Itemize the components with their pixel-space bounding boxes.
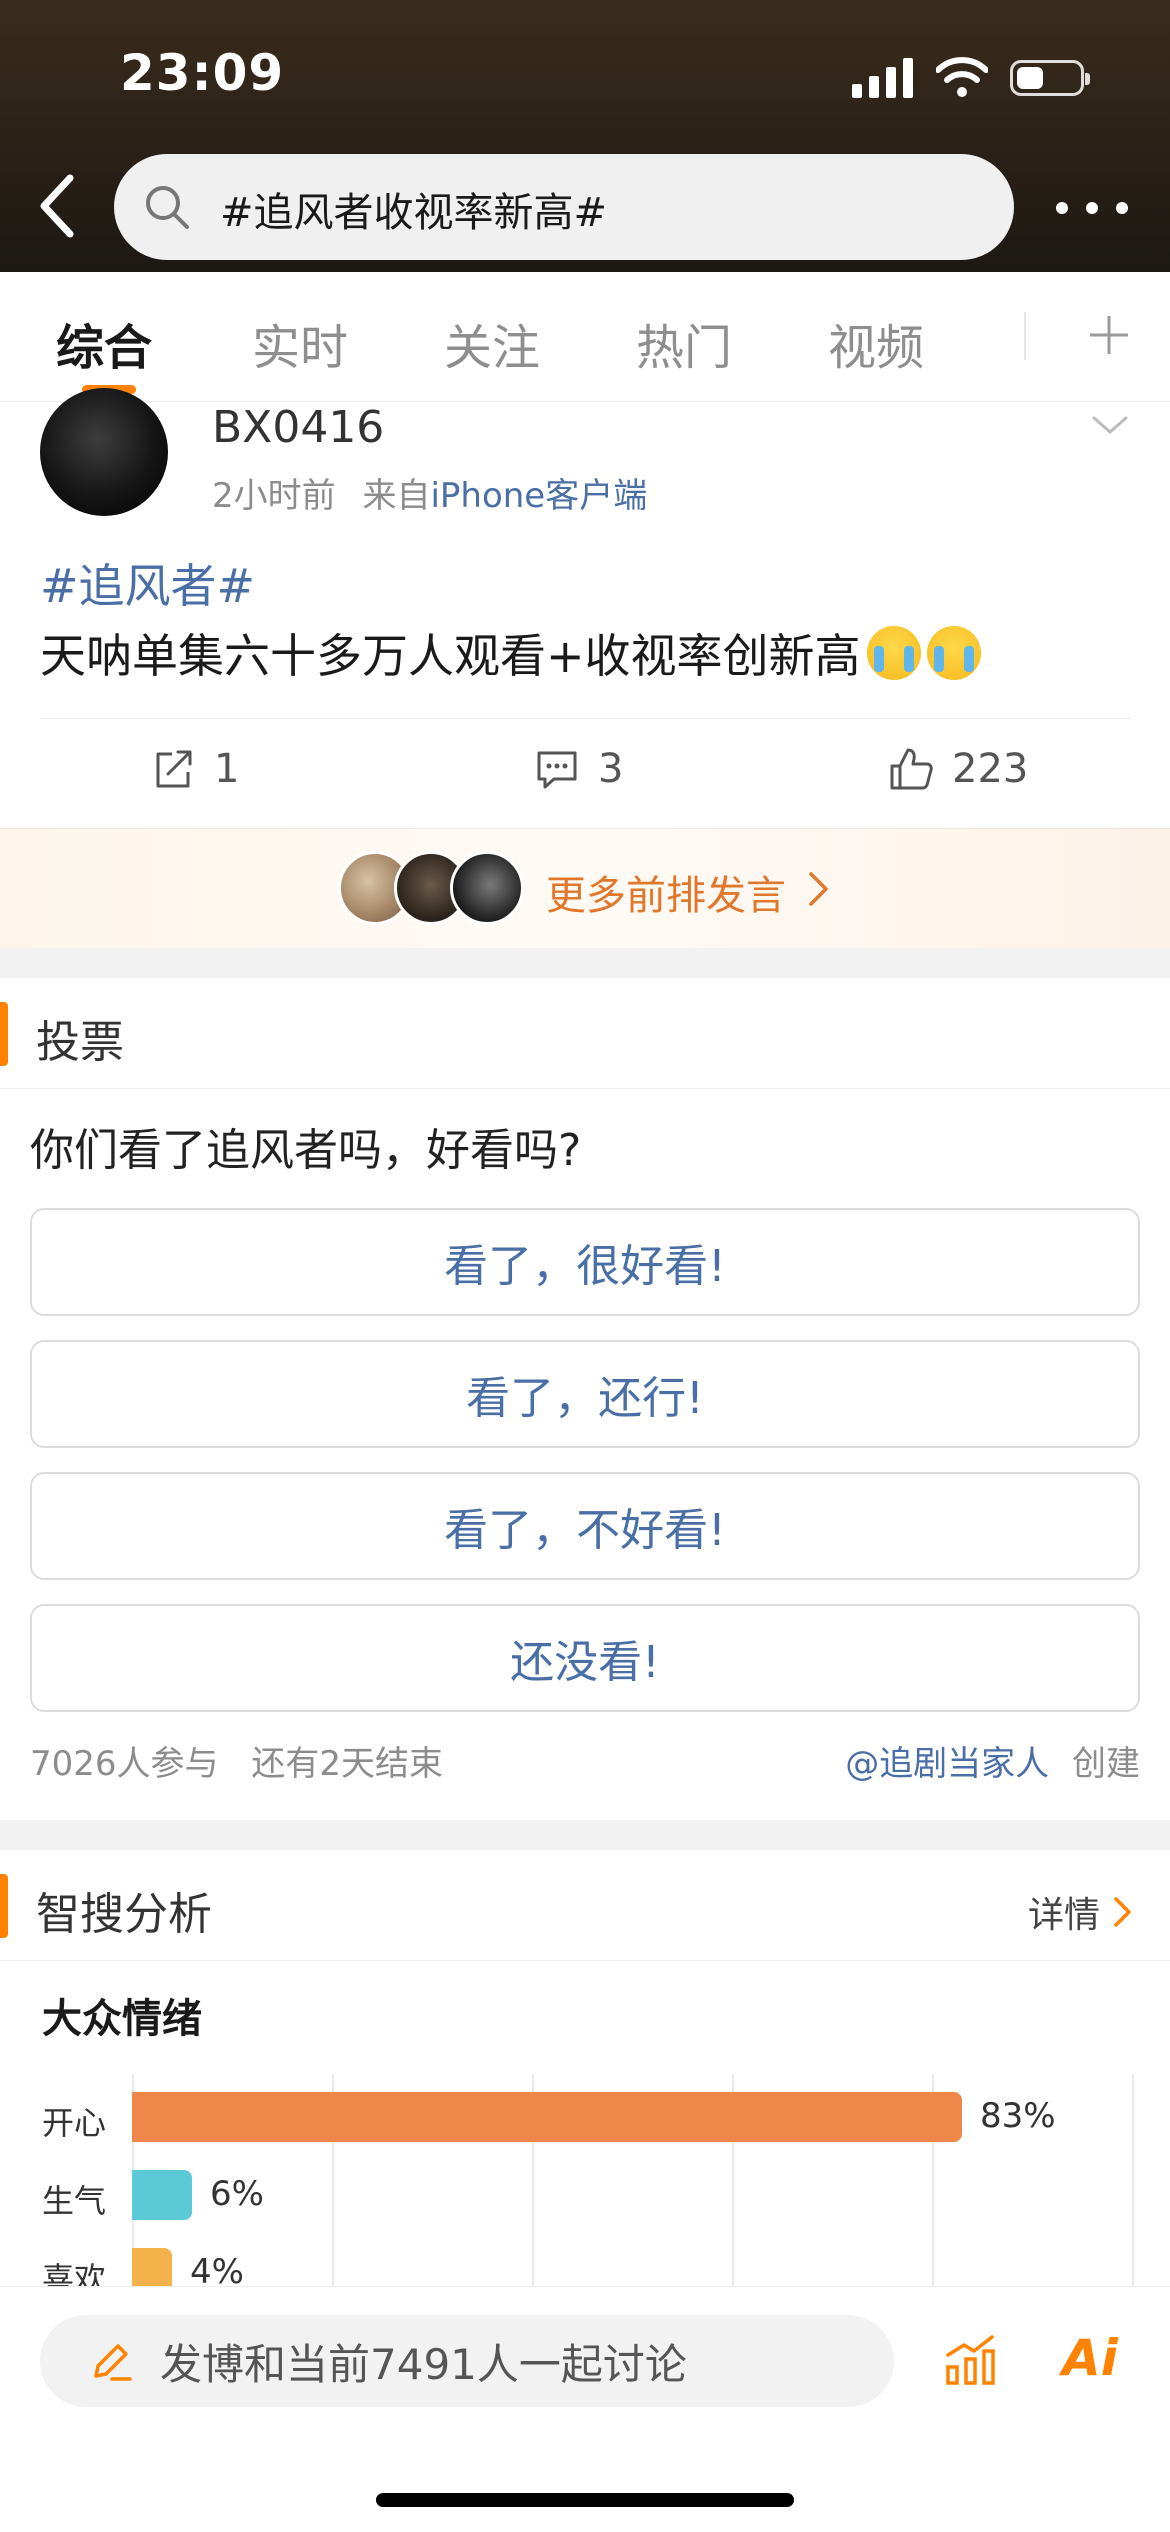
- tab-video[interactable]: 视频: [828, 308, 924, 378]
- chart-gridline: [1132, 2074, 1134, 2286]
- like-button[interactable]: 223: [888, 746, 1028, 792]
- repost-button[interactable]: 1: [150, 746, 239, 792]
- trend-chart-icon[interactable]: [942, 2331, 1000, 2389]
- front-row-avatars: [338, 851, 524, 927]
- chart-category-label: 生气: [42, 2182, 107, 2220]
- poll-question: 你们看了追风者吗，好看吗?: [30, 1125, 582, 1176]
- tab-comprehensive[interactable]: 综合: [56, 308, 152, 378]
- ai-assistant-icon[interactable]: Ai: [1062, 2329, 1118, 2387]
- tab-hot[interactable]: 热门: [636, 308, 732, 378]
- divider: [40, 718, 1130, 719]
- divider: [0, 1088, 1170, 1089]
- battery-icon: [1010, 60, 1090, 96]
- avatar[interactable]: [40, 388, 168, 516]
- chart-value-label: 6%: [210, 2174, 264, 2214]
- comment-count: 3: [598, 746, 624, 792]
- poll-participants: 7026人参与: [30, 1744, 219, 1784]
- username[interactable]: BX0416: [212, 402, 384, 453]
- poll-stats: 7026人参与 还有2天结束: [30, 1736, 443, 1785]
- emotion-chart-title: 大众情绪: [42, 1996, 202, 2042]
- section-gap: [0, 1820, 1170, 1850]
- tab-bar: 综合 实时 关注 热门 视频: [0, 272, 1170, 402]
- details-label: 详情: [1027, 1895, 1100, 1936]
- front-row-banner[interactable]: 更多前排发言: [0, 828, 1170, 948]
- post-meta: 2小时前 来自iPhone客户端: [212, 468, 647, 517]
- section-accent-bar: [0, 1002, 8, 1066]
- tab-realtime[interactable]: 实时: [252, 308, 348, 378]
- home-indicator: [376, 2493, 794, 2507]
- chevron-right-icon: [1114, 1897, 1131, 1927]
- chart-value-label: 83%: [980, 2096, 1056, 2136]
- smart-search-analysis: 智搜分析 详情 大众情绪 开心 83% 生气 6% 喜欢 4%: [0, 1850, 1170, 2286]
- post-time: 2小时前: [212, 476, 336, 516]
- tab-divider: [1024, 312, 1026, 360]
- cellular-signal-icon: [852, 58, 913, 98]
- analysis-section-title: 智搜分析: [36, 1889, 212, 1940]
- poll-card: 投票 你们看了追风者吗，好看吗? 看了，很好看! 看了，还行! 看了，不好看! …: [0, 978, 1170, 1820]
- poll-deadline: 还有2天结束: [251, 1744, 443, 1784]
- post-source-client[interactable]: iPhone客户端: [430, 476, 647, 516]
- divider: [0, 1960, 1170, 1961]
- poll-option[interactable]: 看了，很好看!: [30, 1208, 1140, 1316]
- avatar: [450, 851, 524, 925]
- poll-section-title: 投票: [36, 1017, 124, 1068]
- chart-bar: [132, 2092, 962, 2142]
- add-tab-icon[interactable]: [1086, 312, 1132, 358]
- like-count: 223: [952, 746, 1029, 792]
- post-card: BX0416 2小时前 来自iPhone客户端 #追风者# 天呐单集六十多万人观…: [0, 388, 1170, 828]
- front-row-label: 更多前排发言: [546, 873, 786, 919]
- repost-count: 1: [214, 746, 240, 792]
- compose-placeholder: 发博和当前7491人一起讨论: [160, 2339, 687, 2389]
- chevron-down-icon[interactable]: [1090, 410, 1130, 440]
- thumbs-up-icon: [890, 748, 933, 790]
- chart-bar: [132, 2170, 192, 2220]
- post-text: 天呐单集六十多万人观看+收视率创新高: [40, 629, 861, 683]
- comment-button[interactable]: 3: [534, 746, 623, 792]
- poll-creator: @追剧当家人 创建: [845, 1736, 1140, 1785]
- search-query: #追风者收视率新高#: [220, 190, 608, 236]
- top-header: 23:09 #追风者收视率新高#: [0, 0, 1170, 272]
- status-time: 23:09: [120, 44, 285, 102]
- poll-option[interactable]: 还没看!: [30, 1604, 1140, 1712]
- more-options-icon[interactable]: [1056, 194, 1128, 222]
- chart-category-label: 喜欢: [42, 2260, 107, 2286]
- crying-face-icon: [926, 626, 981, 680]
- chart-value-label: 4%: [190, 2252, 244, 2286]
- search-icon: [146, 186, 189, 229]
- comment-icon: [537, 751, 577, 789]
- poll-creator-suffix: 创建: [1072, 1744, 1140, 1784]
- post-source-prefix: 来自: [362, 476, 431, 516]
- details-link[interactable]: 详情: [1028, 1886, 1134, 1938]
- section-accent-bar: [0, 1874, 8, 1938]
- chart-bar: [132, 2248, 172, 2286]
- chevron-right-icon: [809, 872, 828, 906]
- chart-category-label: 开心: [42, 2104, 107, 2142]
- poll-option[interactable]: 看了，不好看!: [30, 1472, 1140, 1580]
- post-body: 天呐单集六十多万人观看+收视率创新高: [40, 620, 981, 686]
- wifi-icon: [936, 57, 988, 97]
- post-hashtag[interactable]: #追风者#: [40, 550, 255, 616]
- poll-creator-link[interactable]: @追剧当家人: [845, 1744, 1049, 1784]
- compose-input[interactable]: 发博和当前7491人一起讨论: [40, 2315, 894, 2407]
- crying-face-icon: [866, 626, 921, 680]
- pencil-icon: [94, 2344, 132, 2381]
- tab-following[interactable]: 关注: [444, 308, 540, 378]
- bottom-bar: 发博和当前7491人一起讨论 Ai: [0, 2286, 1170, 2532]
- back-icon[interactable]: [30, 168, 86, 244]
- repost-icon: [156, 750, 192, 788]
- search-input[interactable]: #追风者收视率新高#: [114, 154, 1014, 260]
- section-gap: [0, 948, 1170, 978]
- poll-option[interactable]: 看了，还行!: [30, 1340, 1140, 1448]
